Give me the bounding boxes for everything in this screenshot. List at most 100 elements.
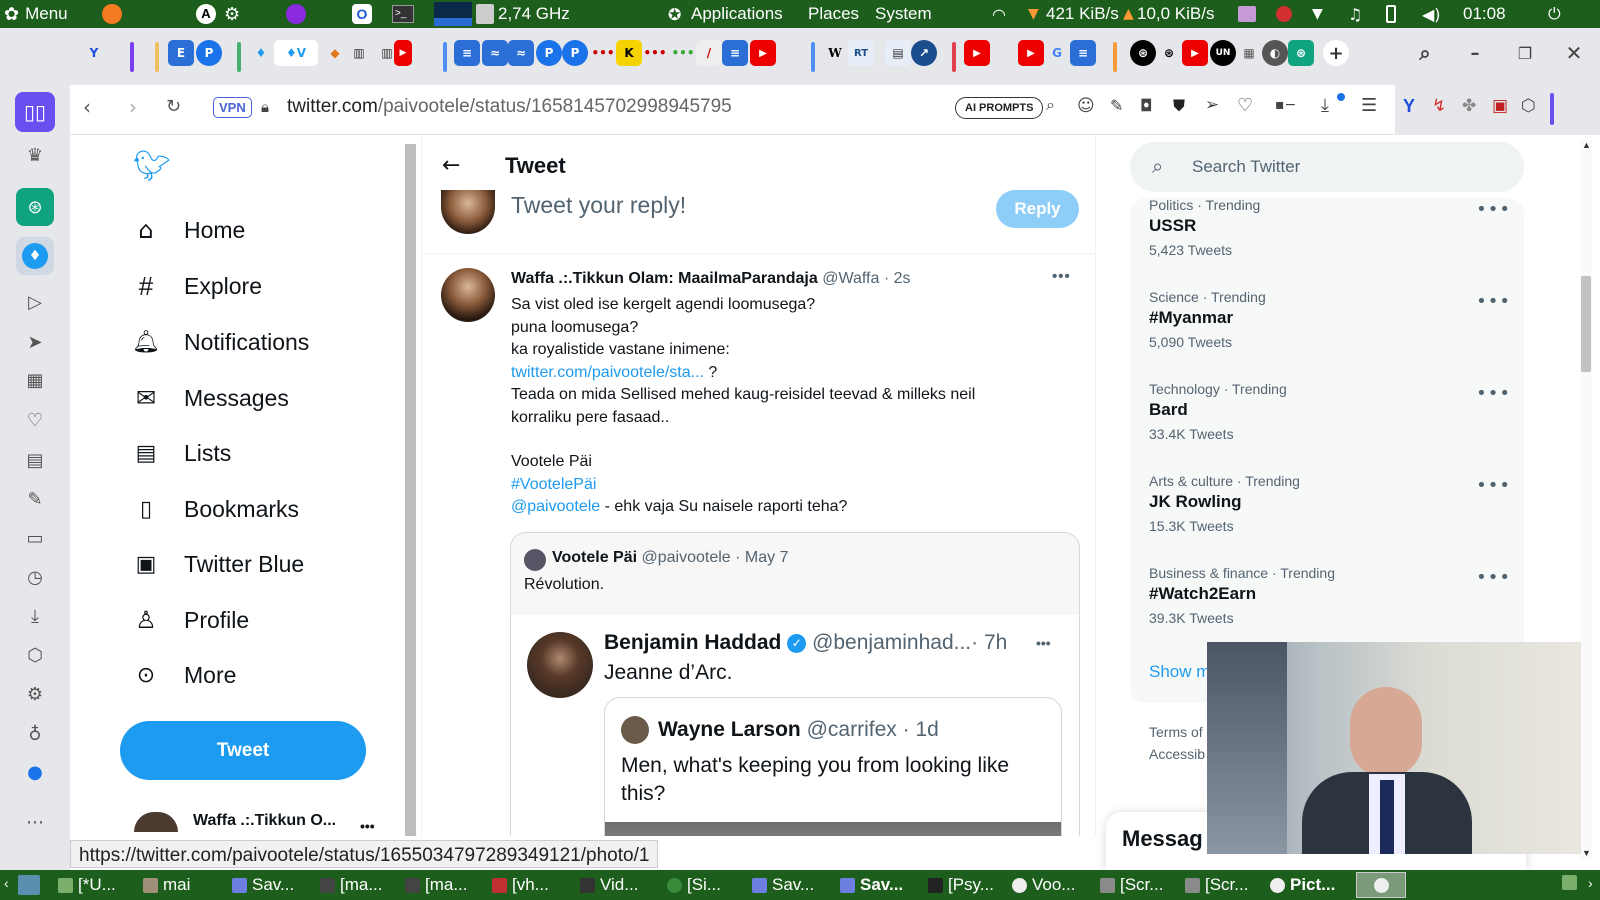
edit-icon[interactable]: ✎ xyxy=(1110,96,1123,115)
youtube-tab-favicon[interactable]: ▶ xyxy=(1018,40,1044,66)
tweet-button[interactable]: Tweet xyxy=(120,721,366,780)
tweet-author[interactable]: Waffa .:.Tikkun Olam: MaailmaParandaja xyxy=(511,270,818,287)
tab-search-icon[interactable]: ⌕ xyxy=(1412,40,1438,66)
firefox-icon[interactable] xyxy=(102,4,122,24)
easy-setup-icon[interactable]: ☰ xyxy=(1361,95,1377,116)
trend-more-icon[interactable]: ••• xyxy=(1476,475,1511,496)
reload-icon[interactable]: ↻ xyxy=(166,96,181,117)
youtube-tab-favicon[interactable]: ▶ xyxy=(750,40,776,66)
nav-bookmarks[interactable]: ▯ Bookmarks xyxy=(130,489,299,529)
picture-in-picture-video[interactable] xyxy=(1207,642,1581,854)
taskbar-item[interactable]: Voo... xyxy=(1012,875,1075,895)
taskbar-item[interactable]: Vid... xyxy=(580,875,638,895)
search-page-icon[interactable]: ⌕ xyxy=(1046,97,1055,115)
tab-favicon-17[interactable]: ▤ xyxy=(885,40,911,66)
youtube-tab-favicon[interactable]: ▶ xyxy=(964,40,990,66)
reply-input[interactable]: Tweet your reply! xyxy=(511,192,686,219)
news-icon[interactable]: ▤ xyxy=(21,446,49,474)
twitter-logo-icon[interactable]: 🐦︎ xyxy=(133,152,171,182)
back-icon[interactable]: ‹ xyxy=(83,95,91,119)
search-box[interactable]: ⌕ Search Twitter xyxy=(1130,142,1524,192)
volume-icon[interactable]: ◀) xyxy=(1422,5,1441,24)
edit-icon[interactable]: ✎ xyxy=(21,485,49,513)
nav-explore[interactable]: # Explore xyxy=(130,266,262,306)
recycle-bin-icon[interactable] xyxy=(1562,875,1582,890)
settings-icon[interactable]: ⚙ xyxy=(21,680,49,708)
taskbar-item[interactable]: [Scr... xyxy=(1185,875,1248,895)
lightbulb-icon[interactable]: ♁ xyxy=(21,720,49,748)
bell-icon[interactable]: ♫ xyxy=(1348,5,1362,24)
tweet-time[interactable]: · 2s xyxy=(884,270,911,287)
google-tab-favicon[interactable]: G xyxy=(1044,40,1070,66)
chatgpt-tab-favicon[interactable]: ⊛ xyxy=(1156,40,1182,66)
rt-tab-favicon[interactable]: RT xyxy=(848,40,874,66)
youtube-tab-favicon[interactable]: ▶ xyxy=(1182,40,1208,66)
tab-favicon-4[interactable]: ▥ xyxy=(346,40,372,66)
trend-item[interactable]: Science · Trending #Myanmar 5,090 Tweets… xyxy=(1149,289,1529,350)
tab-favicon-1[interactable]: Y xyxy=(81,40,107,66)
reader-icon[interactable]: ▯▯ xyxy=(15,92,55,132)
trend-more-icon[interactable]: ••• xyxy=(1476,567,1511,588)
applications-menu[interactable]: Applications xyxy=(691,4,783,24)
tab-favicon-3[interactable]: P xyxy=(196,40,222,66)
taskbar-item[interactable]: Sav... xyxy=(840,875,903,895)
battery-saver-icon[interactable]: ▪− xyxy=(1275,97,1296,113)
send-icon[interactable]: ➤ xyxy=(21,328,49,356)
account-name[interactable]: Waffa .:.Tikkun O... xyxy=(193,812,336,830)
scroll-up-icon[interactable]: ▲ xyxy=(1582,140,1591,150)
taskbar-item[interactable]: [ma... xyxy=(405,875,468,895)
tab-favicon-19[interactable]: ≡ xyxy=(1070,40,1096,66)
chatgpt-sidebar-icon[interactable]: ⊛ xyxy=(16,188,54,226)
heart-icon[interactable]: ♡ xyxy=(21,406,49,434)
left-scrollbar[interactable] xyxy=(405,144,416,836)
tab-favicon-20[interactable]: UN xyxy=(1210,40,1236,66)
quote-tweet-card[interactable]: Vootele Päi @paivootele · May 7 Révoluti… xyxy=(510,532,1080,836)
taskbar-item[interactable]: [Si... xyxy=(667,875,721,895)
trend-more-icon[interactable]: ••• xyxy=(1476,291,1511,312)
twitter-tab-favicon[interactable]: ♦ xyxy=(248,40,274,66)
downloads-icon[interactable]: ⤓ xyxy=(21,602,49,630)
account-avatar[interactable] xyxy=(134,812,178,832)
tweet-link[interactable]: twitter.com/paivootele/sta... xyxy=(511,364,704,381)
speed-dial-icon[interactable]: ▦ xyxy=(21,366,49,394)
shield-icon[interactable]: ⛊ xyxy=(1173,96,1185,116)
taskbar-right-arrow-icon[interactable]: › xyxy=(1588,875,1593,891)
restore-icon[interactable]: ❐ xyxy=(1512,40,1538,66)
launcher-icon[interactable]: A xyxy=(196,4,216,24)
extension-2-icon[interactable]: ↯ xyxy=(1432,96,1446,116)
show-desktop-icon[interactable] xyxy=(18,875,45,895)
places-menu[interactable]: Places xyxy=(808,4,859,24)
taskbar-item[interactable]: Sav... xyxy=(752,875,814,895)
trend-more-icon[interactable]: ••• xyxy=(1476,199,1511,220)
app-launcher-icon[interactable] xyxy=(286,4,306,24)
tweet-more-icon[interactable]: ••• xyxy=(1052,268,1071,285)
trend-item[interactable]: Politics · Trending USSR 5,423 Tweets ••… xyxy=(1149,197,1529,258)
history-icon[interactable]: ◷ xyxy=(21,563,49,591)
taskbar-item[interactable]: [vh... xyxy=(492,875,549,895)
extension-1-icon[interactable]: Y xyxy=(1403,96,1415,117)
heart-icon[interactable]: ♡ xyxy=(1237,95,1253,116)
extension-3-icon[interactable]: ✤ xyxy=(1462,96,1476,116)
download-icon[interactable]: ⤓ xyxy=(1321,95,1329,116)
right-scrollbar[interactable]: ▲ ▼ xyxy=(1580,140,1592,860)
camera-icon[interactable]: ◘ xyxy=(1140,96,1153,115)
scroll-thumb[interactable] xyxy=(1581,276,1591,372)
tab-favicon-21[interactable]: ▦ xyxy=(1236,40,1262,66)
extensions-icon[interactable]: ⬡ xyxy=(21,641,49,669)
tweet-handle[interactable]: @Waffa xyxy=(822,270,879,287)
taskbar-item[interactable]: [*U... xyxy=(58,875,116,895)
metamask-tab-favicon[interactable]: ◆ xyxy=(322,40,348,66)
reply-button[interactable]: Reply xyxy=(996,190,1079,228)
account-more-icon[interactable]: ••• xyxy=(360,818,375,834)
back-arrow-icon[interactable]: ← xyxy=(442,153,460,178)
nav-messages[interactable]: ✉ Messages xyxy=(130,378,289,418)
chatgpt-tab-favicon[interactable]: ⊛ xyxy=(1130,40,1156,66)
twitter-sidebar-icon[interactable]: ♦ xyxy=(16,237,54,275)
vpn-badge[interactable]: VPN xyxy=(213,97,252,118)
nav-more[interactable]: ⊙ More xyxy=(130,655,237,695)
taskbar-item[interactable]: mai xyxy=(143,875,190,895)
crown-icon[interactable]: ♛ xyxy=(21,141,49,169)
tweet-avatar[interactable] xyxy=(441,268,495,322)
taskbar-item[interactable]: Pict... xyxy=(1270,875,1335,895)
trend-item[interactable]: Business & finance · Trending #Watch2Ear… xyxy=(1149,565,1529,626)
